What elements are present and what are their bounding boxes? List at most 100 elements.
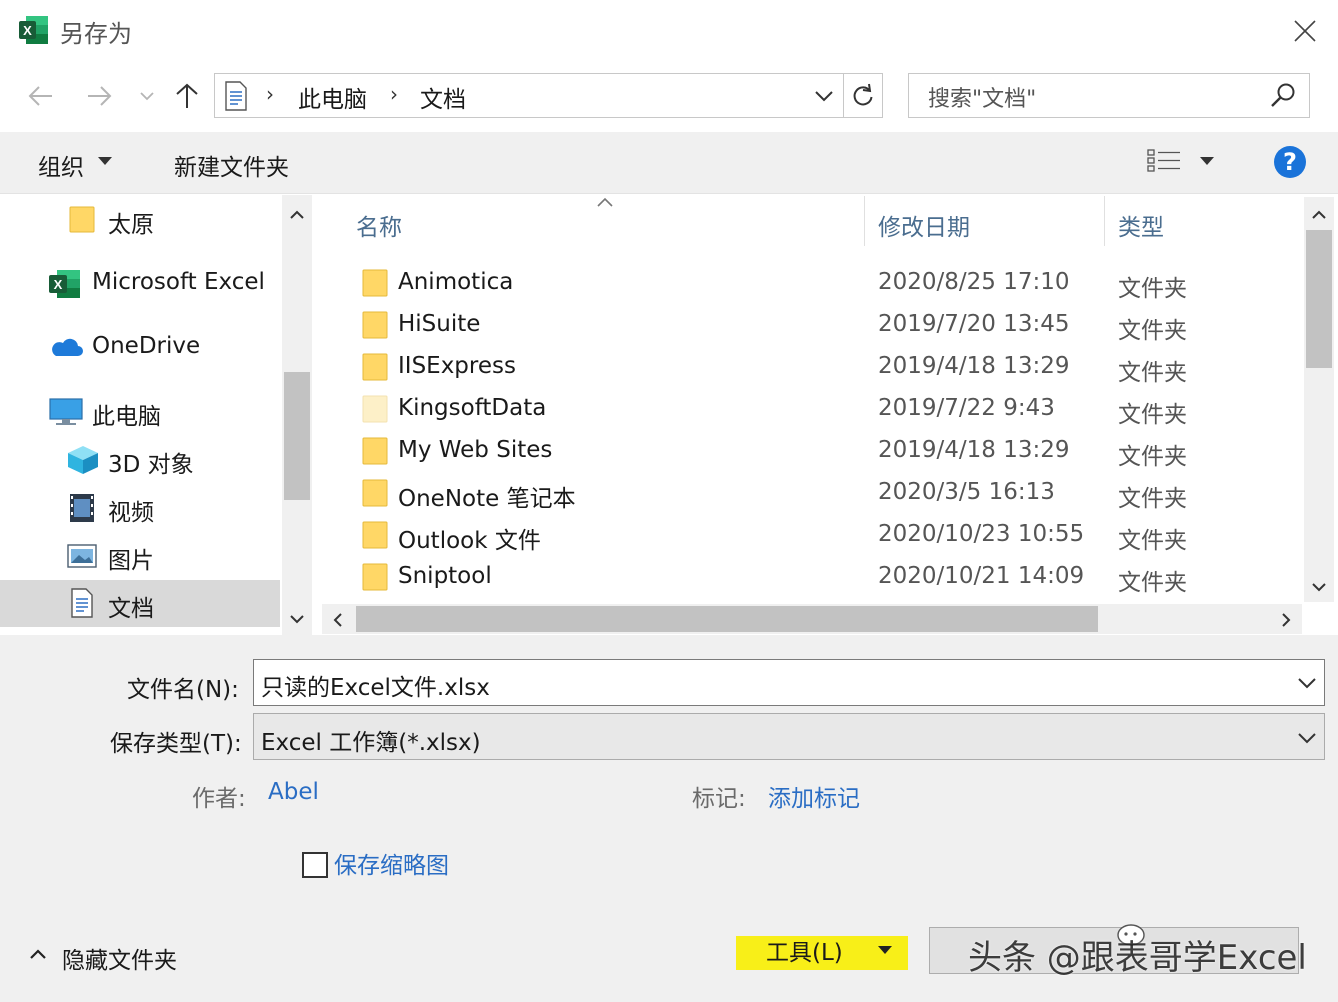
row-date: 2020/10/21 14:09 — [878, 563, 1085, 589]
folder-icon — [69, 206, 95, 233]
hide-folders-button[interactable]: 隐藏文件夹 — [62, 941, 177, 975]
row-name: Outlook 文件 — [398, 528, 541, 554]
author-value[interactable]: Abel — [268, 779, 319, 805]
filename-value[interactable]: 只读的Excel文件.xlsx — [261, 668, 490, 702]
row-type: 文件夹 — [1118, 570, 1187, 596]
folder-icon — [362, 311, 388, 339]
row-type: 文件夹 — [1118, 528, 1187, 554]
folder-icon — [362, 563, 388, 591]
tools-caret-icon[interactable] — [878, 946, 892, 954]
up-arrow-icon[interactable] — [172, 80, 202, 112]
breadcrumb-documents[interactable]: 文档 — [420, 80, 466, 114]
row-type: 文件夹 — [1118, 444, 1187, 470]
svg-text:X: X — [54, 277, 63, 292]
folder-icon — [362, 521, 388, 549]
scroll-up-chevron-icon[interactable] — [288, 208, 306, 222]
folder-icon — [362, 479, 388, 507]
recent-locations-chevron-icon[interactable] — [138, 80, 156, 112]
sidebar-item-onedrive[interactable]: OneDrive — [92, 333, 200, 359]
documents-icon — [225, 81, 247, 111]
sidebar-item-microsoft-excel[interactable]: Microsoft Excel — [92, 269, 265, 295]
filetype-label: 保存类型(T): — [110, 731, 242, 757]
documents-icon — [71, 588, 93, 618]
row-name: HiSuite — [398, 311, 481, 337]
organize-menu-label[interactable]: 组织 — [38, 148, 84, 182]
sidebar-item-3d-objects[interactable]: 3D 对象 — [108, 445, 194, 479]
help-icon[interactable]: ? — [1274, 146, 1306, 178]
video-icon — [70, 494, 94, 522]
row-date: 2020/8/25 17:10 — [878, 269, 1070, 295]
sidebar-item-videos[interactable]: 视频 — [108, 493, 154, 527]
row-type: 文件夹 — [1118, 402, 1187, 428]
chevron-down-icon[interactable] — [1296, 672, 1318, 694]
row-date: 2019/4/18 13:29 — [878, 437, 1070, 463]
breadcrumb-separator: › — [266, 82, 274, 106]
row-date: 2019/4/18 13:29 — [878, 353, 1070, 379]
column-header-date-modified[interactable]: 修改日期 — [878, 208, 970, 242]
row-date: 2019/7/20 13:45 — [878, 311, 1070, 337]
new-folder-button[interactable]: 新建文件夹 — [174, 148, 289, 182]
filetype-value[interactable]: Excel 工作簿(*.xlsx) — [261, 723, 481, 757]
row-name: My Web Sites — [398, 437, 553, 463]
row-name: IISExpress — [398, 353, 516, 379]
onedrive-cloud-icon — [52, 338, 83, 356]
row-name: KingsoftData — [398, 395, 547, 421]
3d-objects-icon — [68, 446, 98, 474]
view-options-caret-icon[interactable] — [1200, 157, 1214, 165]
scroll-up-chevron-icon[interactable] — [1310, 208, 1328, 222]
address-dropdown-chevron-icon[interactable] — [810, 82, 838, 110]
file-list-vertical-scrollbar-thumb[interactable] — [1306, 230, 1332, 368]
sidebar-item-pictures[interactable]: 图片 — [108, 541, 154, 575]
tags-label: 标记: — [692, 786, 746, 812]
breadcrumb-separator: › — [390, 82, 398, 106]
chevron-down-icon[interactable] — [1296, 727, 1318, 749]
search-placeholder: 搜索"文档" — [928, 87, 1037, 112]
row-date: 2020/10/23 10:55 — [878, 521, 1085, 547]
file-list-horizontal-scrollbar-thumb[interactable] — [356, 606, 1098, 632]
refresh-icon — [853, 83, 873, 105]
add-tags-link[interactable]: 添加标记 — [768, 779, 860, 813]
scroll-down-chevron-icon[interactable] — [1310, 580, 1328, 594]
sort-ascending-icon — [597, 197, 613, 207]
organize-caret-icon[interactable] — [98, 157, 112, 165]
search-icon[interactable] — [1268, 80, 1298, 110]
save-thumbnail-label[interactable]: 保存缩略图 — [334, 846, 449, 880]
row-date: 2020/3/5 16:13 — [878, 479, 1055, 505]
excel-icon: X — [49, 270, 80, 298]
row-type: 文件夹 — [1118, 486, 1187, 512]
refresh-button[interactable] — [843, 74, 882, 117]
save-thumbnail-checkbox[interactable] — [302, 852, 328, 878]
scroll-right-chevron-icon[interactable] — [1278, 611, 1294, 629]
computer-icon — [49, 398, 83, 425]
back-arrow-icon[interactable] — [26, 80, 56, 112]
scroll-left-chevron-icon[interactable] — [330, 611, 346, 629]
tools-menu-button[interactable]: 工具(L) — [766, 933, 843, 967]
column-header-type[interactable]: 类型 — [1118, 208, 1164, 242]
sidebar-item-documents[interactable]: 文档 — [108, 589, 154, 623]
forward-arrow-icon[interactable] — [84, 80, 114, 112]
column-divider[interactable] — [1104, 196, 1105, 246]
column-divider[interactable] — [864, 196, 865, 246]
folder-icon — [362, 269, 388, 297]
scroll-down-chevron-icon[interactable] — [288, 612, 306, 626]
hidden-folder-icon — [362, 395, 388, 423]
row-name: OneNote 笔记本 — [398, 486, 576, 512]
row-name: Sniptool — [398, 563, 492, 589]
author-label: 作者: — [192, 786, 246, 812]
close-icon[interactable] — [1290, 16, 1320, 46]
filename-label: 文件名(N): — [127, 677, 239, 703]
row-date: 2019/7/22 9:43 — [878, 395, 1055, 421]
title-bar — [0, 0, 1338, 62]
sidebar-item-this-pc[interactable]: 此电脑 — [92, 397, 161, 431]
window-title: 另存为 — [60, 20, 132, 48]
svg-text:X: X — [23, 23, 32, 38]
row-name: Animotica — [398, 269, 514, 295]
pictures-icon — [67, 544, 97, 568]
breadcrumb-this-pc[interactable]: 此电脑 — [298, 80, 367, 114]
chevron-up-icon[interactable] — [28, 946, 48, 962]
excel-app-icon: X — [19, 16, 48, 44]
sidebar-item-taiyuan[interactable]: 太原 — [108, 205, 154, 239]
nav-pane-scrollbar-thumb[interactable] — [284, 372, 310, 500]
view-options-icon[interactable] — [1146, 148, 1182, 174]
column-header-name[interactable]: 名称 — [356, 208, 402, 242]
